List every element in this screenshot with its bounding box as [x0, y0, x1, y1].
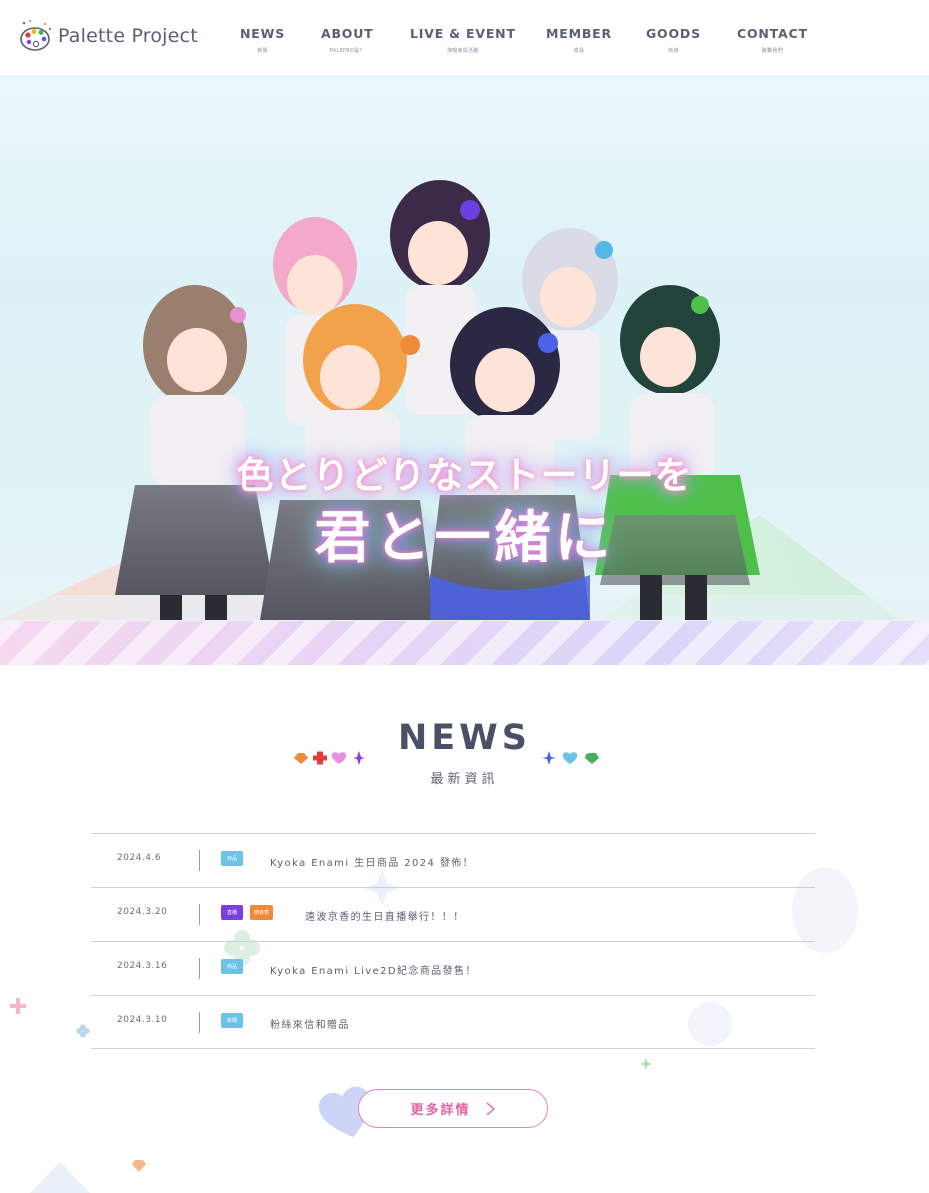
nav-goods-sub: 商城 — [668, 48, 679, 54]
triangle-deco-icon — [30, 1162, 90, 1193]
hero-illustration — [0, 180, 929, 621]
cross-deco-icon — [10, 998, 26, 1014]
news-item[interactable]: 2024.3.10 新聞 粉絲來信和贈品 — [91, 995, 815, 1049]
news-tag-badge: 節目表 — [250, 905, 274, 920]
gem-deco-icon — [132, 1160, 146, 1172]
site-logo[interactable]: Palette Project — [18, 18, 198, 54]
news-divider — [199, 1012, 200, 1033]
news-title-link[interactable]: Kyoka Enami Live2D紀念商品發售！ — [270, 962, 477, 977]
hero-stripe-band — [0, 621, 929, 665]
news-tag-badge: 新聞 — [221, 1013, 243, 1028]
nav-about-sub: PALEPRO是？ — [329, 48, 365, 54]
nav-live-event-sub: 演唱會與活動 — [446, 48, 479, 54]
news-tags: 直播 節目表 — [221, 905, 274, 920]
news-tag-badge: 直播 — [221, 905, 243, 920]
palette-logo-icon — [20, 20, 51, 51]
news-heading: NEWS — [397, 718, 531, 758]
nav-member-label: MEMBER — [546, 26, 612, 41]
news-tags: 新聞 — [221, 1013, 243, 1028]
news-item[interactable]: 2024.3.20 直播 節目表 遠波京香的生日直播舉行！！！ — [91, 887, 815, 941]
news-date: 2024.3.10 — [117, 1015, 168, 1025]
site-header: Palette Project NEWS 新聞 ABOUT PALEPRO是？ … — [0, 0, 929, 75]
news-item[interactable]: 2024.4.6 商品 Kyoka Enami 生日商品 2024 發佈！ — [91, 833, 815, 887]
nav-live-event[interactable]: LIVE & EVENT 演唱會與活動 — [410, 26, 516, 54]
nav-live-event-label: LIVE & EVENT — [410, 26, 516, 41]
nav-member-sub: 成員 — [573, 48, 585, 54]
more-details-label: 更多詳情 — [410, 1103, 471, 1118]
news-tags: 商品 — [221, 959, 243, 974]
news-divider — [199, 850, 200, 871]
nav-news-label: NEWS — [240, 26, 285, 41]
nav-contact-label: CONTACT — [737, 26, 808, 41]
nav-news-sub: 新聞 — [257, 48, 268, 54]
news-divider — [199, 904, 200, 925]
news-date: 2024.3.20 — [117, 907, 168, 917]
nav-about-label: ABOUT — [321, 26, 374, 41]
news-list: 2024.4.6 商品 Kyoka Enami 生日商品 2024 發佈！ 20… — [91, 833, 815, 1049]
more-details-button[interactable]: 更多詳情 — [358, 1089, 548, 1128]
news-date: 2024.3.16 — [117, 961, 168, 971]
news-tag-badge: 商品 — [221, 959, 243, 974]
hero-catchphrase-line1: 色とりどりなストーリーを — [236, 454, 693, 497]
nav-goods[interactable]: GOODS 商城 — [646, 26, 701, 54]
news-divider — [199, 958, 200, 979]
news-deco-right-icon — [542, 751, 599, 765]
nav-member[interactable]: MEMBER 成員 — [546, 26, 612, 54]
nav-about[interactable]: ABOUT PALEPRO是？ — [321, 26, 374, 54]
news-subheading: 最新資訊 — [430, 772, 499, 787]
sparkle-deco-icon — [640, 1058, 652, 1070]
hero-catchphrase-line2: 君と一緒に — [314, 506, 615, 571]
nav-goods-label: GOODS — [646, 26, 701, 41]
news-title-link[interactable]: Kyoka Enami 生日商品 2024 發佈！ — [270, 854, 474, 869]
brand-name: Palette Project — [58, 25, 198, 47]
news-title-link[interactable]: 粉絲來信和贈品 — [270, 1016, 350, 1031]
nav-news[interactable]: NEWS 新聞 — [240, 26, 285, 54]
clover-small-deco-icon — [76, 1024, 90, 1038]
news-tags: 商品 — [221, 851, 243, 866]
news-date: 2024.4.6 — [117, 853, 162, 863]
news-tag-badge: 商品 — [221, 851, 243, 866]
news-item[interactable]: 2024.3.16 商品 Kyoka Enami Live2D紀念商品發售！ — [91, 941, 815, 995]
nav-contact-sub: 聯繫我們 — [761, 48, 783, 54]
hero-visual: 色とりどりなストーリーを 君と一緒に — [0, 75, 929, 665]
chevron-right-icon — [486, 1101, 495, 1116]
news-title-link[interactable]: 遠波京香的生日直播舉行！！！ — [305, 908, 465, 923]
nav-contact[interactable]: CONTACT 聯繫我們 — [737, 26, 808, 54]
